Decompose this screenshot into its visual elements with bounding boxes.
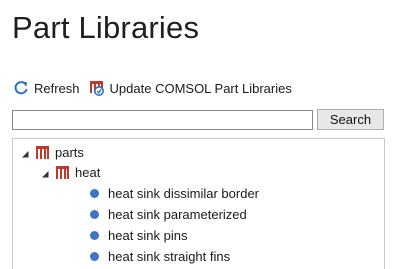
tree-node-parts[interactable]: parts — [20, 142, 84, 162]
expanded-triangle-icon[interactable] — [20, 147, 30, 158]
refresh-label: Refresh — [34, 80, 80, 96]
library-update-icon — [88, 79, 106, 97]
tree-item-part[interactable]: heat sink straight fins — [90, 246, 230, 266]
library-icon — [35, 145, 50, 160]
tree-node-label: parts — [55, 144, 84, 160]
library-icon — [55, 165, 70, 180]
refresh-button[interactable]: Refresh — [12, 79, 80, 97]
expanded-triangle-icon[interactable] — [40, 167, 50, 178]
part-libraries-panel: Part Libraries Refresh Update COMSOL Par… — [0, 0, 404, 269]
tree-item-part[interactable]: heat sink pins — [90, 225, 188, 245]
tree-item-label: heat sink dissimilar border — [108, 185, 260, 201]
part-dot-icon — [90, 209, 99, 219]
tree-item-part[interactable]: heat sink parameterized — [90, 204, 247, 224]
tree-item-part[interactable]: heat sink dissimilar border — [90, 183, 259, 203]
part-dot-icon — [90, 251, 99, 261]
tree-item-label: heat sink straight fins — [108, 248, 231, 264]
part-dot-icon — [90, 230, 99, 240]
toolbar: Refresh Update COMSOL Part Libraries — [12, 79, 292, 97]
update-libraries-button[interactable]: Update COMSOL Part Libraries — [88, 79, 292, 97]
page-title: Part Libraries — [12, 10, 200, 45]
search-input[interactable] — [12, 109, 313, 130]
tree-item-label: heat sink pins — [108, 227, 188, 243]
refresh-icon — [12, 79, 30, 97]
tree-item-label: heat sink parameterized — [108, 206, 247, 222]
search-row: Search — [12, 109, 384, 130]
part-dot-icon — [90, 188, 99, 198]
parts-tree: parts heat heat sink dissimilar border h… — [12, 138, 385, 269]
tree-node-label: heat — [75, 164, 101, 180]
tree-node-heat[interactable]: heat — [40, 162, 100, 182]
update-libraries-label: Update COMSOL Part Libraries — [109, 80, 292, 96]
search-button[interactable]: Search — [317, 109, 384, 130]
